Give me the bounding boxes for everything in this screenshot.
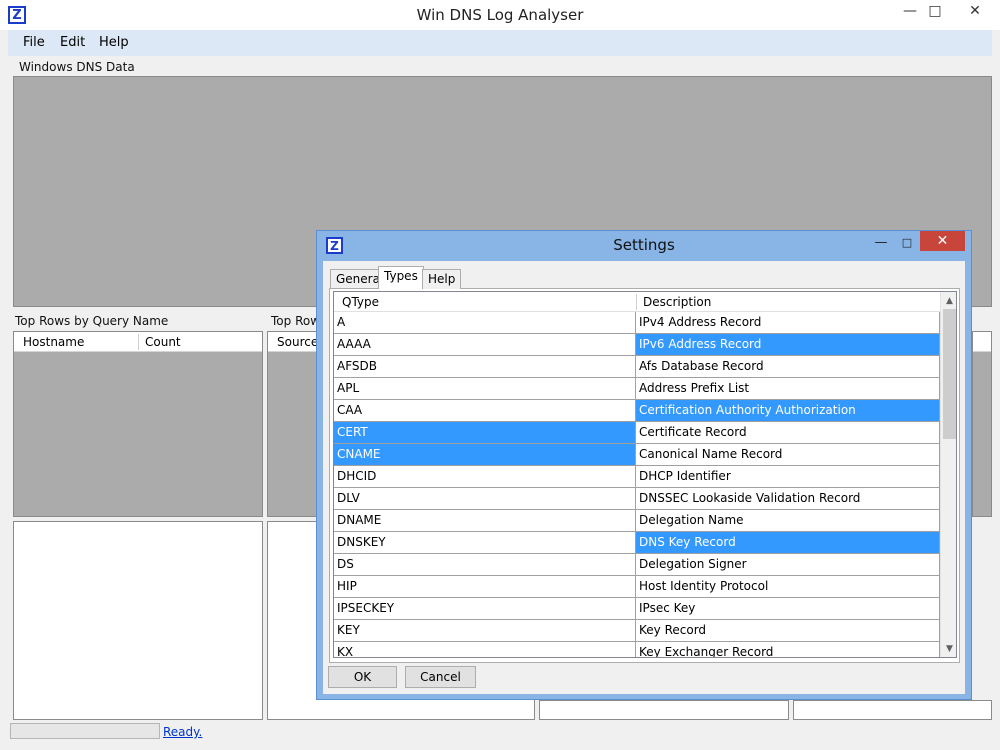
menu-help[interactable]: Help	[99, 35, 129, 50]
qtype-cell[interactable]: KEY	[334, 620, 636, 642]
qtype-cell[interactable]: AAAA	[334, 334, 636, 356]
description-cell[interactable]: DNSSEC Lookaside Validation Record	[636, 488, 940, 510]
hostname-column-header[interactable]: Hostname	[23, 335, 84, 349]
list-item[interactable]: IPSECKEY IPsec Key	[334, 598, 940, 620]
qtype-cell[interactable]: HIP	[334, 576, 636, 598]
qtype-cell[interactable]: APL	[334, 378, 636, 400]
description-cell[interactable]: DNS Key Record	[636, 532, 940, 554]
description-cell[interactable]: Delegation Signer	[636, 554, 940, 576]
column-separator	[138, 334, 139, 350]
list-item[interactable]: APL Address Prefix List	[334, 378, 940, 400]
list-item[interactable]: DHCID DHCP Identifier	[334, 466, 940, 488]
maximize-button[interactable]: □	[920, 0, 950, 22]
qtype-cell[interactable]: DLV	[334, 488, 636, 510]
qtype-cell[interactable]: DNSKEY	[334, 532, 636, 554]
right-grid-edge	[972, 331, 992, 517]
list-item[interactable]: KEY Key Record	[334, 620, 940, 642]
description-cell[interactable]: Host Identity Protocol	[636, 576, 940, 598]
description-cell[interactable]: IPv6 Address Record	[636, 334, 940, 356]
description-cell[interactable]: Certificate Record	[636, 422, 940, 444]
description-column-header[interactable]: Description	[643, 295, 711, 309]
qtype-column-header[interactable]: QType	[342, 295, 379, 309]
vertical-scrollbar[interactable]: ▲ ▼	[940, 292, 956, 657]
status-progress-bar	[10, 723, 160, 739]
description-cell[interactable]: Delegation Name	[636, 510, 940, 532]
qtype-cell[interactable]: CAA	[334, 400, 636, 422]
tab-help[interactable]: Help	[422, 269, 462, 289]
qtype-cell[interactable]: DHCID	[334, 466, 636, 488]
menu-edit[interactable]: Edit	[60, 35, 85, 50]
top-query-header: Hostname Count	[14, 332, 262, 352]
close-button[interactable]: ✕	[955, 0, 995, 22]
list-item[interactable]: KX Key Exchanger Record	[334, 642, 940, 657]
list-item[interactable]: AAAA IPv6 Address Record	[334, 334, 940, 356]
description-cell[interactable]: DHCP Identifier	[636, 466, 940, 488]
window-title: Win DNS Log Analyser	[416, 6, 584, 24]
qtype-list-header: QType Description	[334, 292, 940, 312]
list-item[interactable]: CERT Certificate Record	[334, 422, 940, 444]
list-item[interactable]: CAA Certification Authority Authorization	[334, 400, 940, 422]
list-item[interactable]: DNSKEY DNS Key Record	[334, 532, 940, 554]
qtype-cell[interactable]: DNAME	[334, 510, 636, 532]
bottom-right-panel-2	[793, 700, 992, 720]
dialog-minimize-button[interactable]: —	[868, 232, 894, 252]
description-cell[interactable]: Address Prefix List	[636, 378, 940, 400]
top-query-label: Top Rows by Query Name	[15, 314, 169, 328]
qtype-cell[interactable]: IPSECKEY	[334, 598, 636, 620]
bottom-right-panel-1	[539, 700, 789, 720]
tab-types[interactable]: Types	[378, 266, 424, 289]
description-cell[interactable]: Canonical Name Record	[636, 444, 940, 466]
count-column-header[interactable]: Count	[145, 335, 181, 349]
description-cell[interactable]: IPv4 Address Record	[636, 312, 940, 334]
scroll-down-icon[interactable]: ▼	[941, 640, 956, 657]
right-grid-header	[973, 332, 991, 352]
status-text[interactable]: Ready.	[163, 725, 202, 739]
list-item[interactable]: CNAME Canonical Name Record	[334, 444, 940, 466]
qtype-cell[interactable]: CERT	[334, 422, 636, 444]
cancel-button[interactable]: Cancel	[405, 666, 476, 688]
description-cell[interactable]: Certification Authority Authorization	[636, 400, 940, 422]
scroll-up-icon[interactable]: ▲	[941, 292, 956, 309]
qtype-cell[interactable]: CNAME	[334, 444, 636, 466]
dialog-maximize-button[interactable]: □	[894, 232, 920, 252]
dialog-close-button[interactable]: ✕	[920, 231, 965, 251]
list-item[interactable]: HIP Host Identity Protocol	[334, 576, 940, 598]
qtype-cell[interactable]: DS	[334, 554, 636, 576]
list-item[interactable]: DLV DNSSEC Lookaside Validation Record	[334, 488, 940, 510]
qtype-cell[interactable]: KX	[334, 642, 636, 657]
menu-file[interactable]: File	[23, 35, 45, 50]
description-cell[interactable]: Key Exchanger Record	[636, 642, 940, 657]
description-cell[interactable]: Afs Database Record	[636, 356, 940, 378]
list-item[interactable]: A IPv4 Address Record	[334, 312, 940, 334]
top-query-grid[interactable]: Hostname Count	[13, 331, 263, 517]
description-cell[interactable]: IPsec Key	[636, 598, 940, 620]
qtype-cell[interactable]: A	[334, 312, 636, 334]
description-cell[interactable]: Key Record	[636, 620, 940, 642]
bottom-left-panel	[13, 521, 263, 720]
list-item[interactable]: DNAME Delegation Name	[334, 510, 940, 532]
windows-dns-data-label: Windows DNS Data	[19, 60, 135, 74]
list-item[interactable]: AFSDB Afs Database Record	[334, 356, 940, 378]
ok-button[interactable]: OK	[328, 666, 397, 688]
list-item[interactable]: DS Delegation Signer	[334, 554, 940, 576]
qtype-list[interactable]: QType Description A IPv4 Address Record AA…	[333, 291, 957, 658]
column-separator	[636, 294, 637, 310]
qtype-cell[interactable]: AFSDB	[334, 356, 636, 378]
scroll-thumb[interactable]	[943, 309, 956, 439]
menu-bar	[8, 30, 992, 56]
